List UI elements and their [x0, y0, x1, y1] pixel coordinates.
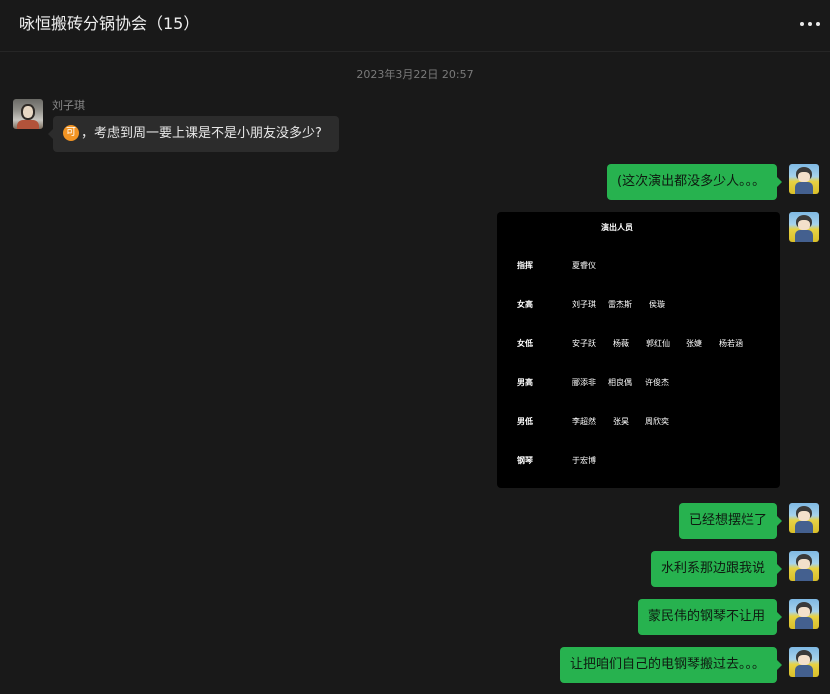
message-bubble[interactable]: 已经想摆烂了 — [679, 503, 782, 539]
avatar-body — [795, 182, 813, 194]
cast-name: 杨若涵 — [719, 339, 743, 348]
avatar-body — [795, 665, 813, 677]
cast-name: 张昊 — [613, 417, 629, 426]
message-text: 蒙民伟的钢琴不让用 — [648, 609, 766, 624]
sender-name: 刘子琪 — [52, 99, 85, 112]
image-title: 演出人员 — [601, 223, 633, 232]
message-text: 已经想摆烂了 — [689, 513, 768, 528]
cast-name: 夏睿仪 — [572, 261, 596, 270]
cast-role: 男高 — [517, 378, 533, 387]
cast-name: 雷杰斯 — [608, 300, 632, 309]
self-avatar[interactable] — [789, 551, 819, 581]
more-options-icon[interactable] — [800, 14, 820, 34]
cast-name: 许俊杰 — [645, 378, 669, 387]
message-text: ，考虑到周一要上课是不是小朋友没多少? — [81, 126, 322, 141]
avatar-face — [798, 655, 810, 665]
self-avatar[interactable] — [789, 599, 819, 629]
cast-name: 刘子琪 — [572, 300, 596, 309]
message-text: 让把咱们自己的电钢琴搬过去。。。 — [570, 657, 766, 672]
more-dot — [800, 22, 804, 26]
message-bubble[interactable]: 蒙民伟的钢琴不让用 — [638, 599, 782, 635]
avatar-body — [795, 230, 813, 242]
more-dot — [808, 22, 812, 26]
message-timestamp: 2023年3月22日 20:57 — [356, 68, 474, 81]
message-bubble[interactable]: (这次演出都没多少人。。。 — [607, 164, 782, 200]
cast-row: 女高 刘子琪 雷杰斯 侯璇 — [497, 299, 780, 313]
cast-row: 男低 李超然 张昊 周欣奕 — [497, 416, 780, 430]
cast-role: 男低 — [517, 417, 533, 426]
emoji-icon: 可 — [63, 124, 79, 141]
cast-name: 李超然 — [572, 417, 596, 426]
more-dot — [816, 22, 820, 26]
cast-role: 女高 — [517, 300, 533, 309]
cast-row: 男高 郦添非 相良偶 许俊杰 — [497, 377, 780, 391]
self-avatar[interactable] — [789, 503, 819, 533]
cast-row: 指挥 夏睿仪 — [497, 260, 780, 274]
message-bubble[interactable]: 可，考虑到周一要上课是不是小朋友没多少? — [48, 116, 339, 152]
cast-name: 相良偶 — [608, 378, 632, 387]
self-avatar[interactable] — [789, 212, 819, 242]
cast-name: 于宏博 — [572, 456, 596, 465]
avatar-body — [795, 569, 813, 581]
avatar-face — [798, 607, 810, 617]
cast-name: 侯璇 — [649, 300, 665, 309]
cast-name: 张婕 — [686, 339, 702, 348]
avatar-body — [795, 617, 813, 629]
chat-header: 咏恒搬砖分锅协会（15） — [0, 0, 830, 52]
cast-name: 郦添非 — [572, 378, 596, 387]
cast-role: 钢琴 — [517, 456, 533, 465]
avatar-shirt — [17, 120, 39, 129]
cast-role: 女低 — [517, 339, 533, 348]
avatar-face — [21, 104, 35, 120]
avatar-body — [795, 521, 813, 533]
message-text: 水利系那边跟我说 — [661, 561, 766, 576]
cast-name: 郭红仙 — [646, 339, 670, 348]
cast-row: 女低 安子跃 杨薇 郭红仙 张婕 杨若涵 — [497, 338, 780, 352]
cast-row: 钢琴 于宏博 — [497, 455, 780, 469]
image-message[interactable]: 演出人员 指挥 夏睿仪 女高 刘子琪 雷杰斯 侯璇 女低 安子跃 杨薇 郭红仙 … — [497, 212, 780, 488]
avatar-face — [798, 172, 810, 182]
avatar-face — [798, 559, 810, 569]
message-bubble[interactable]: 水利系那边跟我说 — [651, 551, 782, 587]
sender-avatar[interactable] — [13, 99, 43, 129]
message-bubble[interactable]: 让把咱们自己的电钢琴搬过去。。。 — [560, 647, 782, 683]
chat-title: 咏恒搬砖分锅协会（15） — [19, 14, 200, 33]
cast-name: 杨薇 — [613, 339, 629, 348]
cast-name: 安子跃 — [572, 339, 596, 348]
self-avatar[interactable] — [789, 164, 819, 194]
cast-role: 指挥 — [517, 261, 533, 270]
self-avatar[interactable] — [789, 647, 819, 677]
avatar-face — [798, 511, 810, 521]
cast-name: 周欣奕 — [645, 417, 669, 426]
avatar-face — [798, 220, 810, 230]
message-text: (这次演出都没多少人。。。 — [617, 174, 766, 189]
